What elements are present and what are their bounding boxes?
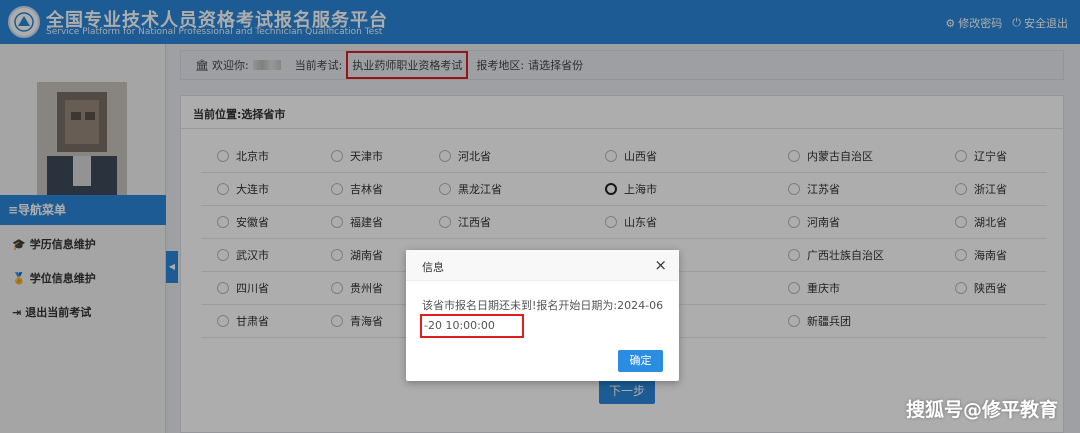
info-dialog: 信息 × 该省市报名日期还未到!报名开始日期为:2024-06 -20 10:0… [406, 250, 679, 381]
dialog-title: 信息 [422, 261, 444, 274]
dialog-message-date: -20 10:00:00 [420, 314, 524, 338]
watermark: 搜狐号@修平教育 [905, 399, 1058, 421]
close-icon[interactable]: × [654, 256, 667, 274]
dialog-message: 该省市报名日期还未到!报名开始日期为:2024-06 [422, 299, 664, 312]
dialog-ok-button[interactable]: 确定 [618, 350, 663, 372]
